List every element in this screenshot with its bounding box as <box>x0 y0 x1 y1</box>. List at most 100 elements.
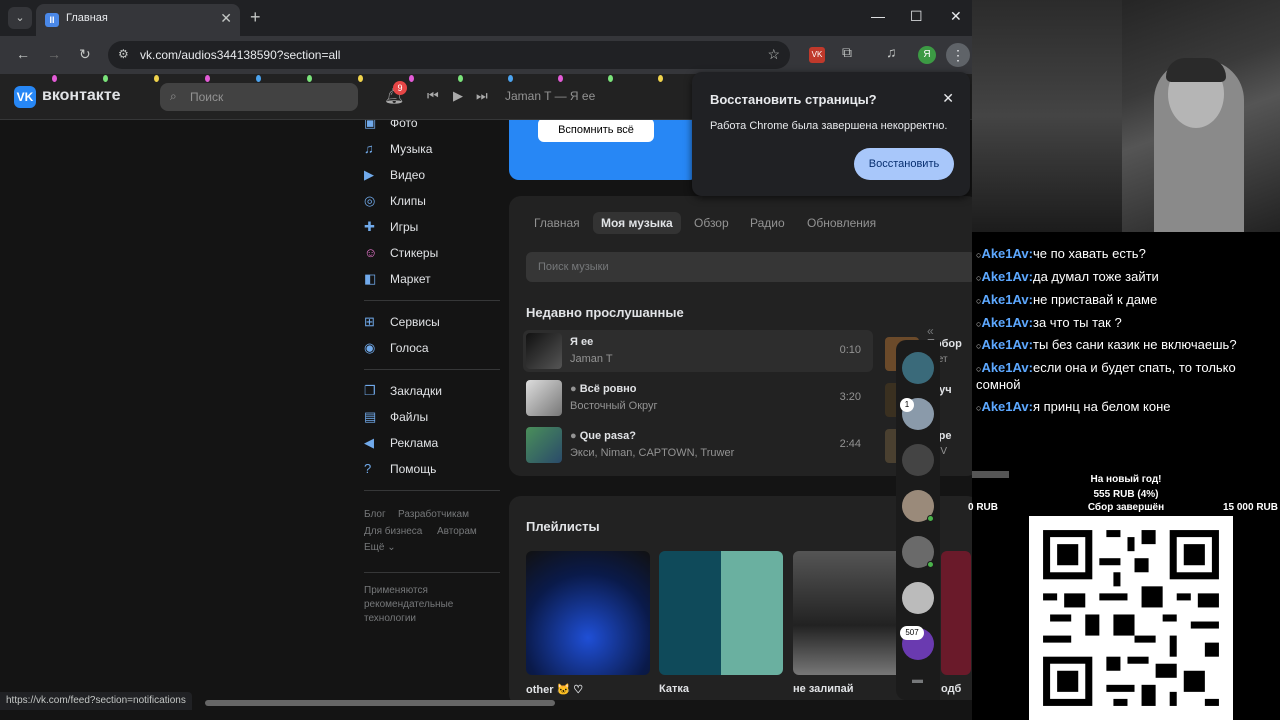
webcam-background <box>972 0 1122 232</box>
restore-message: Работа Chrome была завершена некорректно… <box>710 120 948 132</box>
vk-logo-icon[interactable]: VK <box>14 86 36 108</box>
playlist-item[interactable]: одб <box>941 551 972 695</box>
media-controls-icon[interactable]: ♫ <box>886 44 897 60</box>
address-bar[interactable]: ⚙ vk.com/audios344138590?section=all ☆ <box>108 41 790 69</box>
forward-button[interactable]: → <box>47 46 61 62</box>
minimize-button[interactable]: — <box>871 8 885 24</box>
music-icon: ♫ <box>364 141 374 156</box>
playlist-cover <box>526 551 650 675</box>
bookmark-star-icon[interactable]: ☆ <box>767 46 780 63</box>
horizontal-scrollbar[interactable] <box>205 700 555 706</box>
nav-divider <box>364 369 500 370</box>
track-artist[interactable]: Восточный Округ <box>570 400 658 412</box>
playlist-item[interactable]: Катка <box>659 551 783 695</box>
track-row[interactable]: ● Всё ровно Восточный Округ 3:20 <box>523 377 873 419</box>
footer-link-blog[interactable]: Блог <box>364 509 386 520</box>
online-indicator <box>927 515 934 522</box>
donation-title: На новый год! <box>1090 474 1162 485</box>
restore-button[interactable]: Восстановить <box>854 148 954 180</box>
tab-overview[interactable]: Обзор <box>694 216 729 230</box>
online-indicator <box>927 561 934 568</box>
restore-title: Восстановить страницы? <box>710 92 877 107</box>
track-row[interactable]: ● Que pasa? Экси, Niman, CAPTOWN, Truwer… <box>523 424 873 466</box>
track-cover <box>526 427 562 463</box>
back-button[interactable]: ← <box>16 46 30 62</box>
playlists-title: Плейлисты <box>526 519 600 534</box>
chat-message: ○Ake1Av:че по хавать есть? <box>976 246 1274 263</box>
tab-search-button[interactable]: ⌄ <box>8 7 32 29</box>
tab-radio[interactable]: Радио <box>750 216 785 230</box>
help-icon: ? <box>364 461 372 476</box>
status-bar-url: https://vk.com/feed?section=notification… <box>0 692 192 710</box>
webcam-person-hair <box>1166 58 1226 82</box>
chat-text: да думал тоже зайти <box>1032 269 1159 284</box>
track-row[interactable]: Я ее Jaman T 0:10 <box>523 330 873 372</box>
browser-menu-icon[interactable]: ⋮ <box>946 43 970 67</box>
recommend-note[interactable]: Применяются рекомендательные технологии <box>364 584 494 626</box>
remember-all-button[interactable]: Вспомнить всё <box>538 120 654 142</box>
notifications-badge: 9 <box>393 81 407 95</box>
tab-updates[interactable]: Обновления <box>807 216 876 230</box>
track-artist[interactable]: Jaman T <box>570 353 613 365</box>
footer-link-authors[interactable]: Авторам <box>437 526 477 537</box>
vk-search-input[interactable]: ⌕ Поиск <box>160 83 358 111</box>
footer-link-developers[interactable]: Разработчикам <box>398 509 469 520</box>
now-playing-text[interactable]: Jaman T — Я ее <box>505 89 595 103</box>
avatar[interactable] <box>902 582 934 614</box>
chat-user: Ake1Av: <box>981 269 1033 284</box>
nav-label: Игры <box>390 220 419 234</box>
footer-link-more[interactable]: Ещё ⌄ <box>364 542 396 553</box>
close-icon[interactable]: ✕ <box>942 90 954 107</box>
avatar[interactable] <box>902 444 934 476</box>
vk-logo-text[interactable]: вконтакте <box>42 87 121 105</box>
collapse-chevron-icon[interactable]: « <box>927 324 934 338</box>
chat-bubble-icon[interactable]: ▬ <box>912 674 923 686</box>
music-search-input[interactable]: Поиск музыки <box>526 252 972 282</box>
play-icon[interactable]: ▶ <box>453 88 463 104</box>
bookmarks-icon: ❐ <box>364 383 376 398</box>
nav-label: Голоса <box>390 341 429 355</box>
nav-label: Закладки <box>390 384 442 398</box>
avatar[interactable] <box>902 352 934 384</box>
browser-window: ⌄ II Главная ✕ + — ☐ ✕ ← → ↻ ⚙ vk.com/au… <box>0 0 972 720</box>
votes-icon: ◉ <box>364 340 376 355</box>
track-cover <box>526 333 562 369</box>
chat-text: че по хавать есть? <box>1032 246 1146 261</box>
donation-goal: На новый год! 555 RUB (4%) 0 RUB Сбор за… <box>968 470 1280 720</box>
footer-link-business[interactable]: Для бизнеса <box>364 526 422 537</box>
previous-track-icon[interactable]: ⏮ <box>427 88 439 104</box>
next-track-icon[interactable]: ⏭ <box>476 88 488 104</box>
vk-favicon-icon: II <box>45 13 59 27</box>
new-tab-button[interactable]: + <box>250 7 261 28</box>
tab-close-icon[interactable]: ✕ <box>220 10 232 27</box>
tab-my-music[interactable]: Моя музыка <box>593 212 681 234</box>
chat-user: Ake1Av: <box>981 292 1033 307</box>
nav-divider <box>364 572 500 573</box>
donation-amount: 555 RUB (4%) <box>1093 489 1159 500</box>
track-duration: 2:44 <box>839 438 861 450</box>
qr-code-icon <box>1029 516 1233 720</box>
track-artist[interactable]: Экси, Niman, CAPTOWN, Truwer <box>570 447 734 459</box>
nav-label: Музыка <box>390 142 433 156</box>
nav-divider <box>364 490 500 491</box>
chat-user: Ake1Av: <box>981 360 1033 375</box>
tab-active[interactable]: II Главная ✕ <box>36 4 240 36</box>
tab-music-main[interactable]: Главная <box>534 216 580 230</box>
garland-decoration <box>0 74 700 82</box>
playlist-cover <box>941 551 971 675</box>
conversations-sidebar: 1 507 ▬ <box>896 340 940 700</box>
extension-badge-icon[interactable]: VK <box>809 47 825 63</box>
site-settings-icon[interactable]: ⚙ <box>118 47 129 61</box>
reload-button[interactable]: ↻ <box>79 46 91 63</box>
track-title: Я ее <box>570 336 594 348</box>
donation-max: 15 000 RUB <box>1222 502 1278 513</box>
maximize-button[interactable]: ☐ <box>910 8 923 25</box>
playlist-item[interactable]: other 🐱 ♡ <box>526 551 650 696</box>
extensions-puzzle-icon[interactable]: ⧉ <box>842 44 852 61</box>
qr-code-graphic <box>1029 516 1233 720</box>
address-url[interactable]: vk.com/audios344138590?section=all <box>140 48 340 62</box>
profile-avatar[interactable]: Я <box>918 46 936 64</box>
track-title: ● Всё ровно <box>570 383 637 395</box>
stickers-icon: ☺ <box>364 245 378 260</box>
close-window-button[interactable]: ✕ <box>950 8 962 25</box>
